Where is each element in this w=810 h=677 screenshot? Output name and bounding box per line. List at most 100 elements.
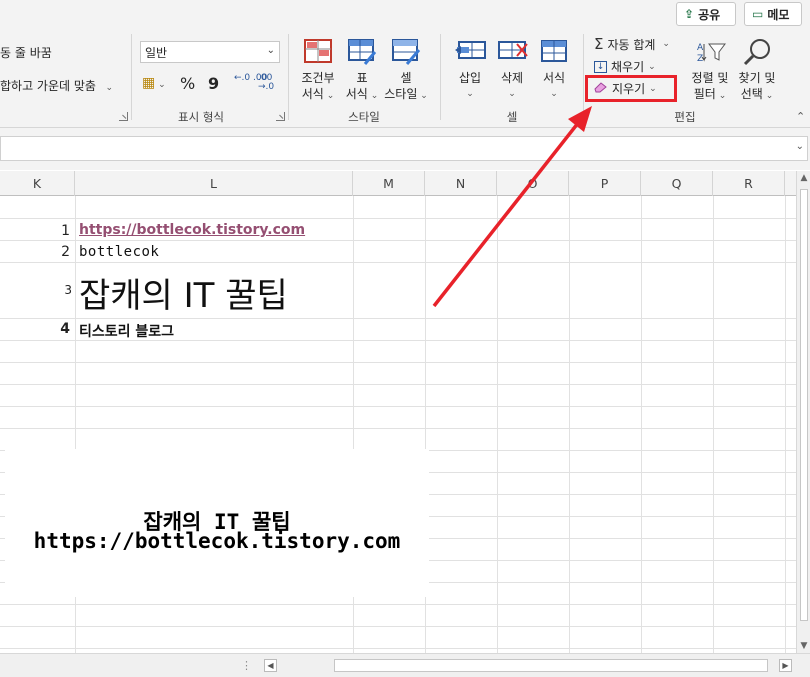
number-group-label: 표시 형식	[178, 110, 224, 124]
cell-styles-button[interactable]: 셀 스타일 ⌄	[380, 38, 432, 104]
column-header-k[interactable]: K	[0, 171, 75, 196]
sigma-icon: Σ	[594, 35, 604, 53]
cell-l1-link[interactable]: https://bottlecok.tistory.com	[79, 222, 305, 238]
cell-k4[interactable]: 4	[40, 321, 70, 337]
gridline	[0, 648, 796, 649]
chevron-down-icon: ⌄	[648, 61, 656, 72]
sort-filter-button[interactable]: AZ 정렬 및 필터 ⌄	[688, 38, 732, 104]
merge-center-button[interactable]: 합하고 가운데 맞춤 ⌄	[0, 77, 113, 94]
wrap-text-button[interactable]: 동 줄 바꿈	[0, 44, 52, 61]
delete-cells-icon	[497, 38, 528, 66]
share-label: 공유	[698, 7, 721, 22]
chevron-down-icon: ⌄	[323, 91, 335, 101]
watermark-overlay: 잡캐의 IT 꿀팁 https://bottlecok.tistory.com	[5, 449, 429, 597]
sort-filter-icon: AZ	[695, 38, 726, 66]
format-cells-button[interactable]: 서식 ⌄	[534, 38, 574, 102]
gridline	[0, 262, 796, 263]
cell-l3[interactable]: 잡캐의 IT 꿀팁	[79, 268, 288, 317]
formula-input[interactable]: ⌄	[0, 136, 808, 161]
percent-button[interactable]: %	[180, 74, 195, 93]
accounting-format-button[interactable]: ▦ ⌄	[142, 75, 166, 91]
insert-cells-button[interactable]: 삽입 ⌄	[450, 38, 490, 102]
scroll-left-icon[interactable]: ◀	[264, 659, 277, 672]
column-header-n[interactable]: N	[425, 171, 497, 196]
number-dialog-launcher[interactable]	[276, 112, 285, 121]
chevron-down-icon: ⌄	[155, 80, 166, 90]
expand-formula-bar-icon[interactable]: ⌄	[796, 141, 804, 152]
collapse-ribbon-button[interactable]: ⌃	[796, 110, 805, 123]
column-header-o[interactable]: O	[497, 171, 569, 196]
memo-button[interactable]: ▭ 메모	[744, 2, 802, 26]
gridline	[785, 196, 786, 653]
chevron-down-icon: ⌄	[715, 91, 727, 101]
memo-icon: ▭	[752, 7, 764, 21]
scroll-up-icon[interactable]: ▲	[799, 173, 809, 183]
conditional-format-icon	[303, 38, 333, 66]
cell-k1[interactable]: 1	[40, 223, 70, 239]
group-separator	[131, 34, 132, 120]
cell-k3[interactable]: 3	[42, 283, 72, 297]
chevron-down-icon: ⌄	[417, 91, 428, 101]
vertical-scroll-thumb[interactable]	[800, 189, 808, 621]
column-header-l[interactable]: L	[75, 171, 353, 196]
gridline	[497, 196, 498, 653]
gridline	[713, 196, 714, 653]
chevron-down-icon: ⌄	[659, 39, 670, 49]
dropdown-chevron-icon: ⌄	[266, 45, 275, 56]
find-select-button[interactable]: 찾기 및 선택 ⌄	[734, 38, 780, 104]
fill-down-icon: ↓	[594, 60, 607, 73]
formula-bar: ⌄	[0, 128, 810, 170]
group-separator	[288, 34, 289, 120]
gridline	[0, 406, 796, 407]
gridline	[641, 196, 642, 653]
cell-k2[interactable]: 2	[40, 244, 70, 260]
vertical-scrollbar[interactable]: ▲ ▼	[796, 171, 810, 653]
decrease-decimal-button[interactable]: .00 →.0	[258, 74, 280, 92]
column-header-m[interactable]: M	[353, 171, 425, 196]
conditional-format-button[interactable]: 조건부 서식 ⌄	[294, 38, 342, 104]
chevron-down-icon: ⌄	[99, 83, 114, 93]
sheet-tab-splitter[interactable]: ⋮	[241, 659, 252, 672]
format-as-table-button[interactable]: 표 서식 ⌄	[342, 38, 382, 104]
column-header-p[interactable]: P	[569, 171, 641, 196]
cells-group-label: 셀	[506, 110, 518, 124]
horizontal-scroll-thumb[interactable]	[334, 659, 768, 672]
chevron-down-icon: ⌄	[550, 89, 558, 99]
gridline	[0, 384, 796, 385]
styles-group-label: 스타일	[348, 110, 380, 124]
gridline	[0, 604, 796, 605]
gridline	[569, 196, 570, 653]
editing-group-label: 편집	[674, 110, 696, 124]
chevron-down-icon: ⌄	[367, 91, 379, 101]
worksheet-grid[interactable]: 1 https://bottlecok.tistory.com 2 bottle…	[0, 196, 796, 653]
magnifier-icon	[742, 38, 772, 66]
format-cells-icon	[539, 38, 569, 66]
scroll-right-icon[interactable]: ▶	[779, 659, 792, 672]
gridline	[0, 362, 796, 363]
autosum-button[interactable]: Σ 자동 합계 ⌄	[594, 35, 670, 53]
accounting-icon: ▦	[142, 75, 156, 91]
column-header-r[interactable]: R	[713, 171, 785, 196]
chevron-down-icon: ⌄	[466, 89, 474, 99]
group-separator	[583, 34, 584, 120]
scroll-down-icon[interactable]: ▼	[799, 641, 809, 651]
chevron-down-icon: ⌄	[508, 89, 516, 99]
group-separator	[440, 34, 441, 120]
cell-l4[interactable]: 티스토리 블로그	[79, 321, 174, 341]
number-format-select[interactable]: 일반 ⌄	[140, 41, 280, 63]
alignment-dialog-launcher[interactable]	[119, 112, 128, 121]
status-scroll-bar: ⋮ ◀ ▶	[0, 653, 810, 677]
gridline	[0, 428, 796, 429]
ribbon: 동 줄 바꿈 합하고 가운데 맞춤 ⌄ 일반 ⌄ ▦ ⌄ % 9 ←.0 .00…	[0, 30, 810, 128]
title-bar: ⇪ 공유 ▭ 메모	[0, 0, 810, 30]
share-button[interactable]: ⇪ 공유	[676, 2, 736, 26]
delete-cells-button[interactable]: 삭제 ⌄	[492, 38, 532, 102]
column-header-q[interactable]: Q	[641, 171, 713, 196]
fill-button[interactable]: ↓ 채우기 ⌄	[594, 58, 656, 75]
comma-button[interactable]: 9	[208, 74, 219, 93]
memo-label: 메모	[767, 7, 790, 22]
gridline	[0, 240, 796, 241]
insert-cells-icon	[455, 38, 486, 66]
cell-l2[interactable]: bottlecok	[79, 244, 159, 260]
gridline	[0, 318, 796, 319]
